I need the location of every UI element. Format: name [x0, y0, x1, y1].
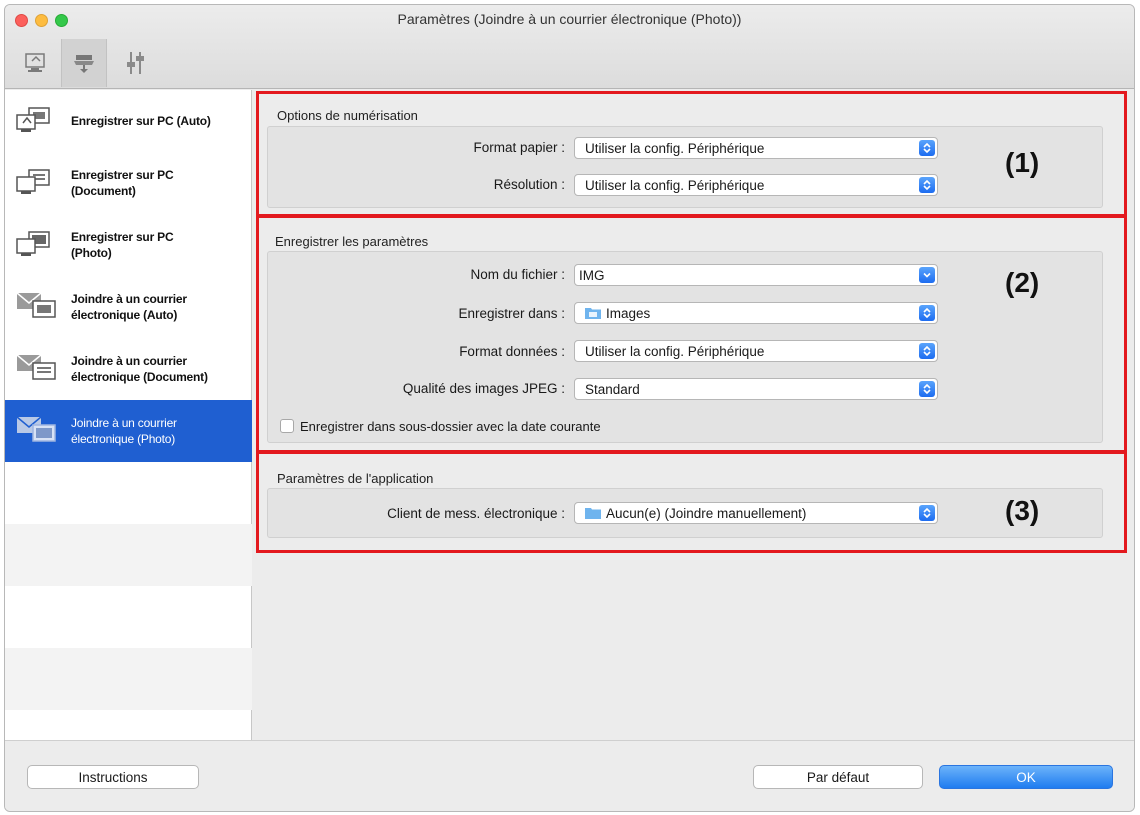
scanner-device-icon — [74, 55, 94, 73]
window-title: Paramètres (Joindre à un courrier électr… — [397, 11, 742, 27]
instructions-button[interactable]: Instructions — [27, 765, 199, 789]
chevron-down-icon[interactable] — [919, 267, 935, 283]
subfolder-date-checkbox-label[interactable]: Enregistrer dans sous-dossier avec la da… — [300, 419, 601, 434]
sidebar-item-mail-auto[interactable]: Joindre à un courrier électronique (Auto… — [5, 276, 252, 338]
restore-defaults-button[interactable]: Par défaut — [753, 765, 923, 789]
paper-size-value: Utiliser la config. Périphérique — [585, 140, 765, 156]
section-marker-3: (3) — [1005, 495, 1040, 526]
mail-attach-icon — [16, 292, 56, 318]
sidebar: Enregistrer sur PC (Auto) Enregistrer su… — [5, 90, 252, 740]
updown-stepper-icon — [919, 140, 935, 156]
footer: Instructions Par défaut OK — [5, 740, 1134, 811]
resolution-label: Résolution : — [493, 177, 565, 192]
tab-scan-from-device[interactable] — [61, 39, 107, 87]
pictures-folder-icon — [585, 308, 601, 319]
save-to-pc-icon — [16, 231, 50, 256]
sidebar-empty-row — [5, 586, 252, 648]
data-format-select[interactable]: Utiliser la config. Périphérique — [574, 340, 938, 362]
sidebar-item-label: Enregistrer sur PC (Document) — [71, 168, 174, 198]
title-bar: Paramètres (Joindre à un courrier électr… — [5, 5, 1134, 89]
jpeg-quality-select[interactable]: Standard — [574, 378, 938, 400]
save-in-select[interactable]: Images — [574, 302, 938, 324]
updown-stepper-icon — [919, 305, 935, 321]
mail-client-value: Aucun(e) (Joindre manuellement) — [606, 505, 807, 521]
updown-stepper-icon — [919, 343, 935, 359]
sidebar-item-label: Enregistrer sur PC (Auto) — [71, 114, 211, 128]
computer-scan-icon — [25, 53, 45, 72]
section-marker-2: (2) — [1005, 267, 1040, 298]
save-to-pc-icon — [16, 107, 50, 132]
sidebar-item-label: Joindre à un courrier électronique (Phot… — [71, 416, 177, 446]
paper-size-label: Format papier : — [473, 140, 565, 155]
resolution-value: Utiliser la config. Périphérique — [585, 177, 765, 193]
updown-stepper-icon — [919, 505, 935, 521]
general-settings-icon — [127, 52, 144, 74]
sidebar-item-save-pc-document[interactable]: Enregistrer sur PC (Document) — [5, 152, 252, 214]
settings-panel: Options de numérisation Format papier : … — [253, 90, 1134, 740]
sidebar-item-save-pc-auto[interactable]: Enregistrer sur PC (Auto) — [5, 90, 252, 152]
sidebar-item-mail-document[interactable]: Joindre à un courrier électronique (Docu… — [5, 338, 252, 400]
sidebar-empty-row — [5, 462, 252, 524]
tab-scan-from-computer[interactable] — [13, 39, 59, 87]
sidebar-item-label: Joindre à un courrier électronique (Auto… — [71, 292, 187, 322]
sidebar-item-save-pc-photo[interactable]: Enregistrer sur PC (Photo) — [5, 214, 252, 276]
tab-general-settings[interactable] — [113, 39, 159, 87]
filename-combobox[interactable]: IMG — [574, 264, 938, 286]
save-in-value: Images — [606, 305, 651, 321]
sidebar-item-label: Enregistrer sur PC (Photo) — [71, 230, 174, 260]
save-in-label: Enregistrer dans : — [458, 306, 565, 321]
data-format-label: Format données : — [459, 344, 565, 359]
mail-client-label: Client de mess. électronique : — [387, 506, 565, 521]
mail-attach-icon — [16, 416, 56, 442]
subfolder-date-checkbox[interactable] — [280, 419, 294, 433]
updown-stepper-icon — [919, 177, 935, 193]
folder-icon — [585, 508, 601, 519]
filename-value: IMG — [579, 267, 605, 283]
mail-attach-icon — [16, 354, 56, 380]
data-format-value: Utiliser la config. Périphérique — [585, 343, 765, 359]
mail-client-select[interactable]: Aucun(e) (Joindre manuellement) — [574, 502, 938, 524]
jpeg-quality-value: Standard — [585, 381, 640, 397]
jpeg-quality-label: Qualité des images JPEG : — [402, 381, 565, 396]
section-marker-1: (1) — [1005, 147, 1040, 178]
updown-stepper-icon — [919, 381, 935, 397]
section-title-scan-options: Options de numérisation — [277, 108, 418, 123]
section-title-app-settings: Paramètres de l'application — [277, 471, 434, 486]
sidebar-empty-row — [5, 524, 252, 586]
save-to-pc-icon — [16, 169, 50, 194]
section-title-save-settings: Enregistrer les paramètres — [275, 234, 429, 249]
paper-size-select[interactable]: Utiliser la config. Périphérique — [574, 137, 938, 159]
resolution-select[interactable]: Utiliser la config. Périphérique — [574, 174, 938, 196]
ok-button[interactable]: OK — [939, 765, 1113, 789]
sidebar-item-mail-photo[interactable]: Joindre à un courrier électronique (Phot… — [5, 400, 252, 462]
sidebar-item-label: Joindre à un courrier électronique (Docu… — [71, 354, 208, 384]
settings-window: Paramètres (Joindre à un courrier électr… — [4, 4, 1135, 812]
sidebar-empty-row — [5, 648, 252, 710]
filename-label: Nom du fichier : — [470, 267, 565, 282]
